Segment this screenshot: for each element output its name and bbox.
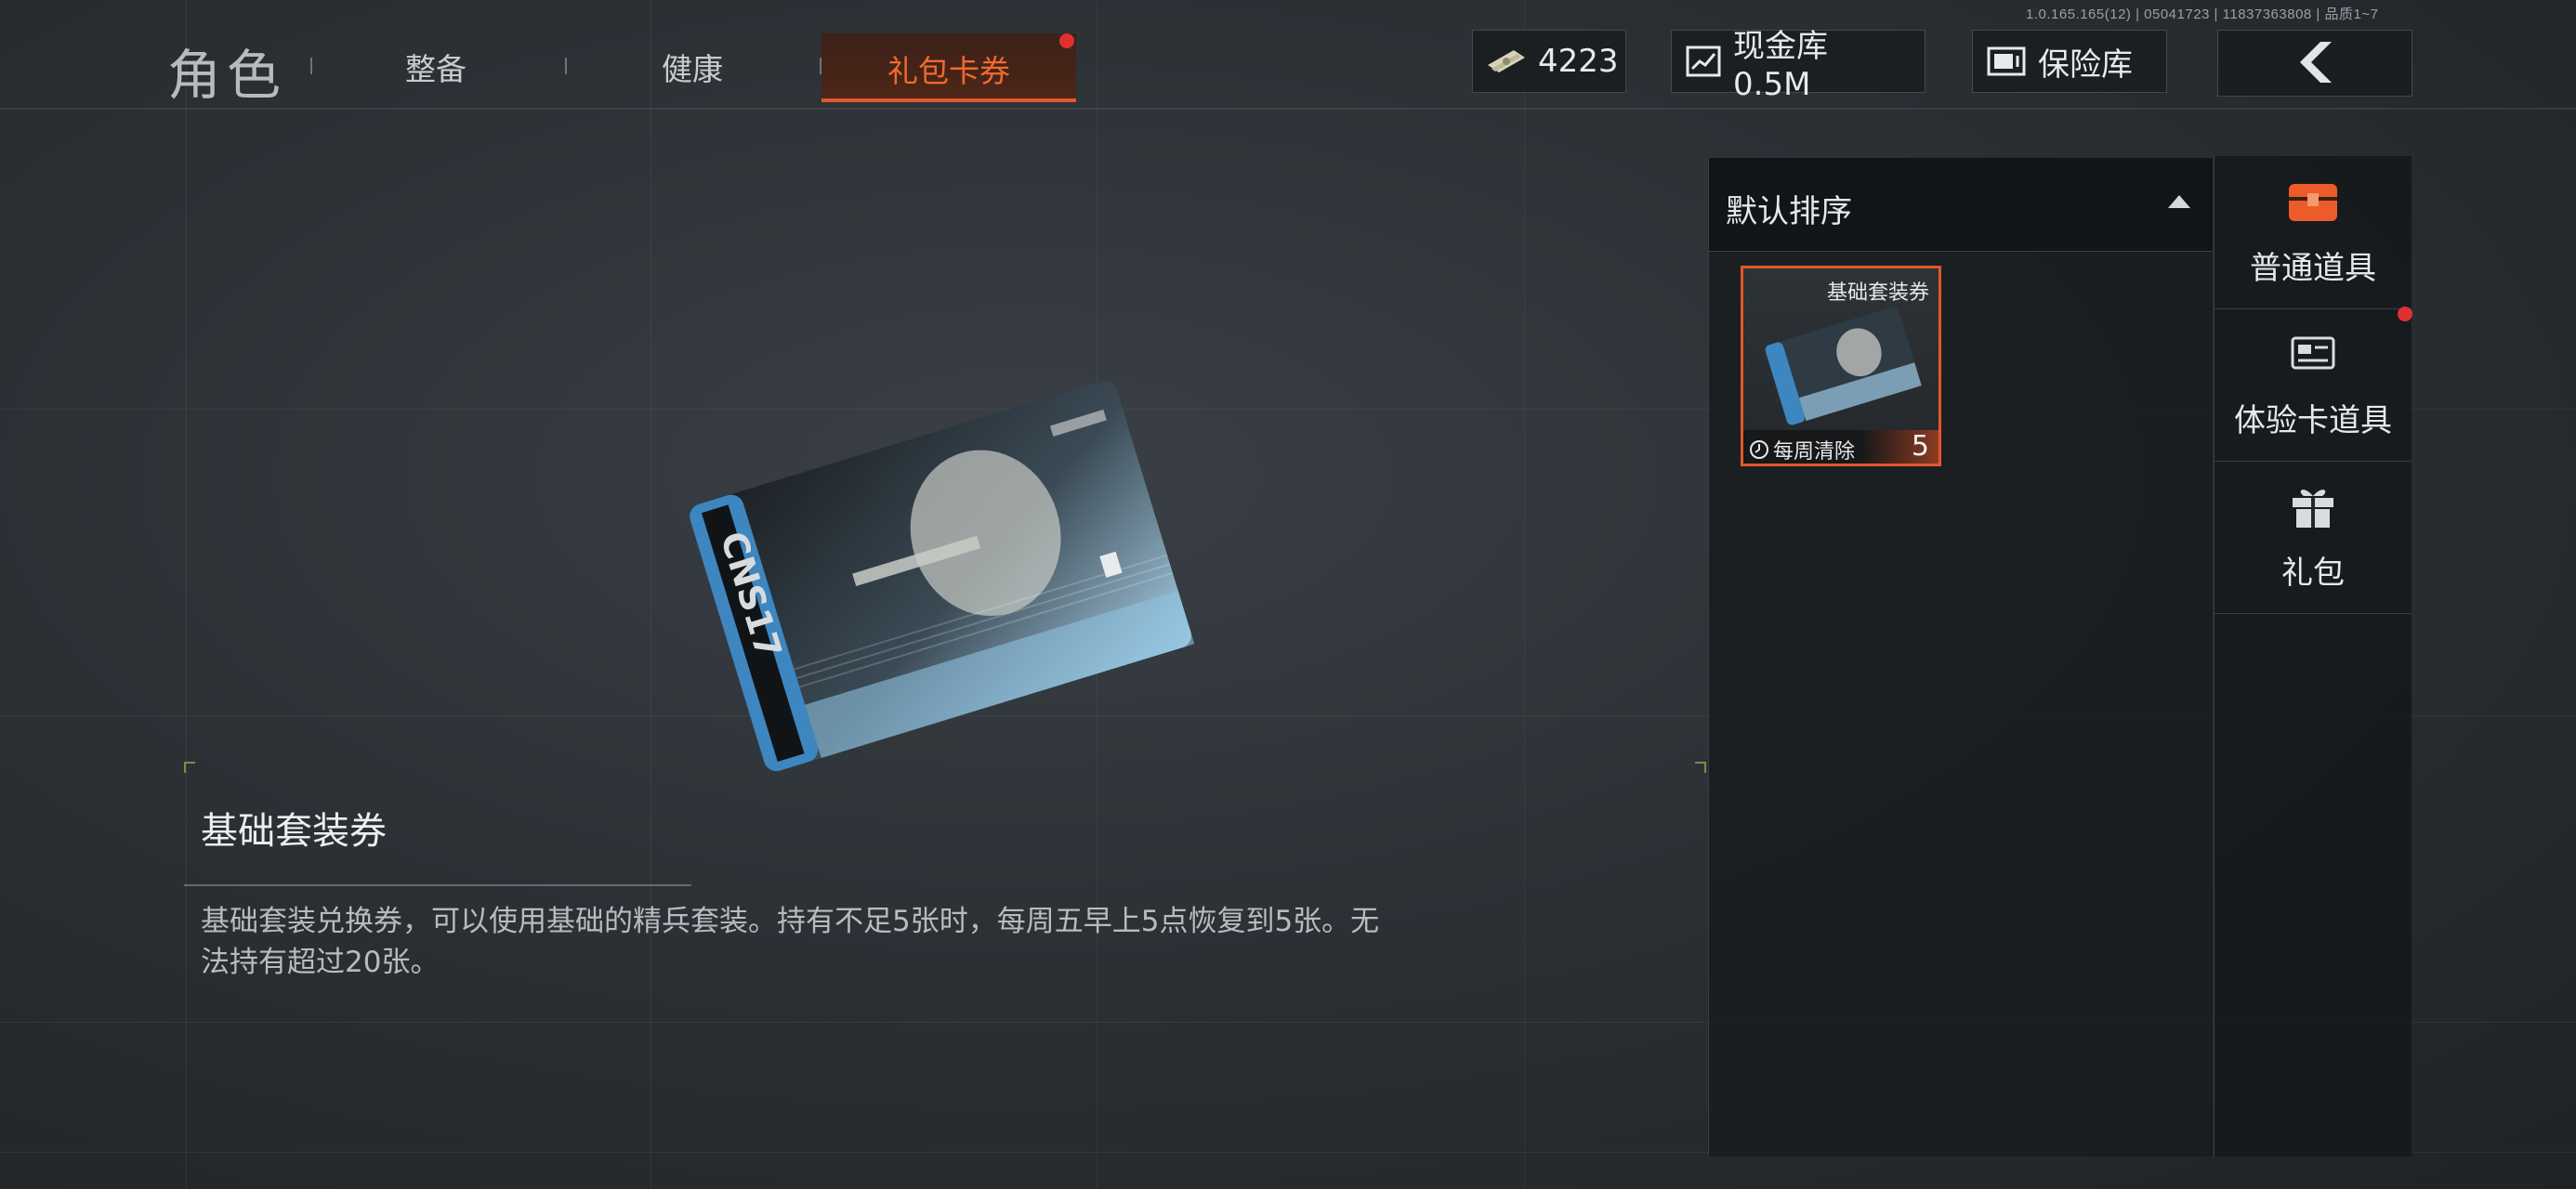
cash-vault-button[interactable]: 现金库 0.5M: [1671, 28, 1925, 103]
back-arrow-icon: [2300, 42, 2332, 83]
item-detail-title: 基础套装券: [201, 810, 387, 853]
corner-accent: [184, 762, 195, 773]
vault-chart-icon: [1685, 45, 1722, 78]
weekly-clear-label: 每周清除: [1773, 440, 1856, 464]
banknote-icon: [1486, 45, 1527, 78]
detail-divider: [184, 884, 691, 886]
nav-separator: [310, 58, 312, 74]
notification-dot: [1059, 33, 1074, 48]
clock-icon: [1750, 440, 1768, 459]
category-gift-packs[interactable]: 礼包: [2215, 461, 2412, 614]
corner-accent: [1695, 762, 1706, 773]
tab-gift-coupons[interactable]: 礼包卡券: [821, 33, 1076, 102]
page-title: 角色: [167, 44, 287, 107]
notification-dot: [2398, 307, 2412, 321]
item-card-basic-kit-coupon[interactable]: 基础套装券 每周清除 5: [1741, 266, 1941, 466]
tab-equipment[interactable]: 整备: [405, 45, 467, 89]
tab-health[interactable]: 健康: [662, 45, 723, 89]
category-normal-items[interactable]: 普通道具: [2215, 156, 2412, 309]
coin-amount: 4223: [1538, 43, 1619, 80]
sort-dropdown[interactable]: 默认排序: [1709, 158, 2213, 252]
version-text: 1.0.165.165(12) | 05041723 | 11837363808…: [2026, 7, 2379, 22]
sort-label: 默认排序: [1726, 193, 1852, 230]
chest-icon: [2289, 184, 2337, 221]
header-divider: [0, 108, 2576, 110]
category-trial-card-items[interactable]: 体验卡道具: [2215, 308, 2412, 462]
safe-label: 保险库: [2038, 46, 2133, 84]
coin-balance[interactable]: 4223: [1472, 30, 1626, 93]
item-name: 基础套装券: [1826, 281, 1929, 305]
caret-up-icon: [2168, 195, 2190, 208]
back-button[interactable]: [2217, 30, 2412, 97]
weekly-clear-tag: 每周清除: [1749, 435, 1855, 464]
category-label: 礼包: [2281, 555, 2345, 592]
item-detail-description: 基础套装兑换券，可以使用基础的精兵套装。持有不足5张时，每周五早上5点恢复到5张…: [201, 905, 1380, 979]
nav-separator: [565, 58, 567, 74]
cash-vault-label: 现金库 0.5M: [1733, 27, 1828, 103]
safe-button[interactable]: 保险库: [1972, 30, 2167, 93]
item-footer: 每周清除 5: [1743, 430, 1939, 464]
category-label: 体验卡道具: [2234, 402, 2392, 439]
item-thumbnail: [1765, 307, 1922, 425]
item-count: 5: [1911, 430, 1929, 463]
gift-icon: [2293, 490, 2333, 528]
card-icon: [2291, 336, 2335, 370]
item-list-panel: 默认排序 基础套装券 每周清除 5: [1708, 158, 2213, 1156]
category-sidebar: 普通道具 体验卡道具 礼包: [2214, 156, 2412, 1156]
category-label: 普通道具: [2250, 250, 2376, 287]
safe-icon: [1986, 45, 2027, 78]
tab-gift-coupons-label: 礼包卡券: [887, 53, 1010, 89]
